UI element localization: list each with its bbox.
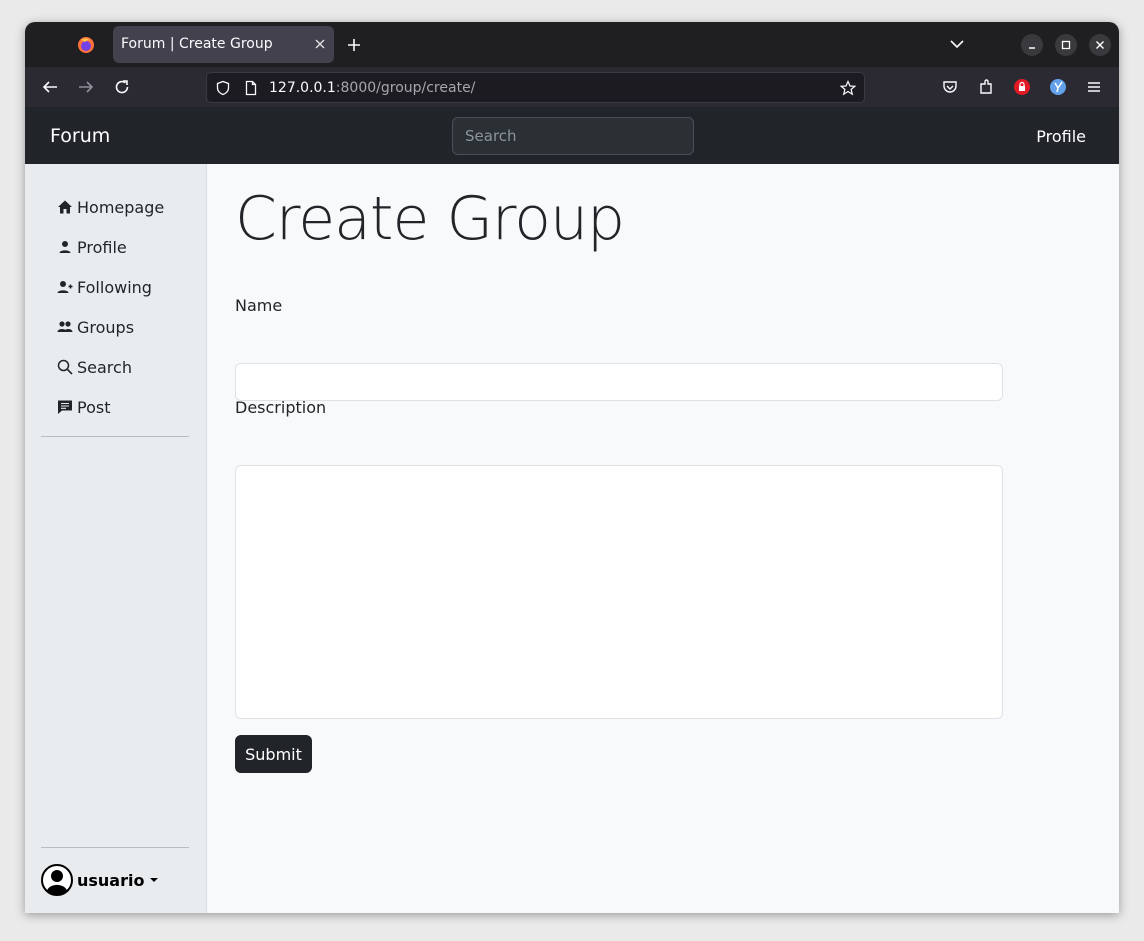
back-arrow-icon[interactable] (41, 78, 59, 96)
top-navbar: Forum Profile (25, 107, 1119, 164)
sidebar-item-label: Homepage (77, 197, 165, 217)
search-input[interactable] (452, 117, 694, 155)
shield-icon[interactable] (215, 80, 231, 96)
close-window-button[interactable] (1089, 34, 1111, 56)
extension-icon[interactable] (1049, 78, 1067, 96)
maximize-button[interactable] (1055, 34, 1077, 56)
people-icon (57, 321, 73, 332)
sidebar-item-following[interactable]: Following (57, 275, 152, 299)
sidebar-item-label: Search (77, 357, 132, 377)
minimize-button[interactable] (1021, 34, 1043, 56)
pocket-icon[interactable] (941, 78, 959, 96)
chevron-down-icon[interactable] (950, 39, 964, 49)
page: Forum Profile Homepage Profile (25, 107, 1119, 913)
user-menu[interactable]: usuario (41, 864, 159, 896)
firefox-logo-icon (78, 37, 94, 53)
search-icon (57, 359, 73, 375)
url-path: :8000/group/create/ (335, 80, 476, 96)
star-icon[interactable] (840, 80, 856, 96)
page-title: Create Group (235, 184, 625, 254)
description-field[interactable] (235, 465, 1003, 719)
browser-window: Forum | Create Group 127.0.0.1:8000/grou… (25, 22, 1119, 913)
maximize-icon (1061, 40, 1071, 50)
sidebar-item-post[interactable]: Post (57, 395, 110, 419)
sidebar-divider (41, 436, 189, 437)
forward-arrow-icon[interactable] (77, 78, 95, 96)
tab-bar: Forum | Create Group (25, 22, 1119, 67)
username: usuario (77, 870, 145, 890)
name-label: Name (235, 296, 283, 315)
sidebar-item-label: Post (77, 397, 111, 417)
address-bar[interactable]: 127.0.0.1:8000/group/create/ (206, 72, 865, 103)
close-icon (1096, 41, 1104, 49)
sidebar-item-label: Following (77, 277, 152, 297)
reload-icon[interactable] (113, 78, 131, 96)
person-plus-icon (57, 281, 73, 293)
page-icon[interactable] (243, 80, 259, 96)
hamburger-menu-icon[interactable] (1085, 78, 1103, 96)
house-icon (58, 200, 72, 214)
sidebar-item-profile[interactable]: Profile (57, 235, 127, 259)
tab-title: Forum | Create Group (121, 36, 273, 52)
minimize-icon (1029, 47, 1035, 49)
browser-tab[interactable]: Forum | Create Group (113, 26, 334, 63)
url-host: 127.0.0.1 (269, 80, 336, 96)
navbar-profile-link[interactable]: Profile (1036, 127, 1086, 146)
sidebar-item-groups[interactable]: Groups (57, 315, 134, 339)
description-label: Description (235, 398, 327, 417)
url-text[interactable]: 127.0.0.1:8000/group/create/ (269, 80, 475, 96)
sidebar: Homepage Profile Following Groups Search… (25, 164, 207, 913)
avatar-icon (41, 864, 73, 896)
sidebar-item-homepage[interactable]: Homepage (57, 195, 164, 219)
caret-down-icon (150, 878, 159, 882)
chat-icon (58, 400, 72, 414)
close-tab-icon[interactable] (314, 38, 326, 50)
lock-extension-icon[interactable] (1013, 78, 1031, 96)
sidebar-item-label: Groups (77, 317, 135, 337)
sidebar-item-label: Profile (77, 237, 127, 257)
name-field[interactable] (235, 363, 1003, 401)
extensions-icon[interactable] (977, 78, 995, 96)
sidebar-item-search[interactable]: Search (57, 355, 132, 379)
brand-link[interactable]: Forum (50, 125, 110, 147)
person-icon (59, 241, 71, 253)
submit-button[interactable]: Submit (235, 735, 312, 773)
new-tab-icon[interactable] (347, 38, 361, 52)
sidebar-divider (41, 847, 189, 848)
browser-toolbar: 127.0.0.1:8000/group/create/ (25, 67, 1119, 107)
